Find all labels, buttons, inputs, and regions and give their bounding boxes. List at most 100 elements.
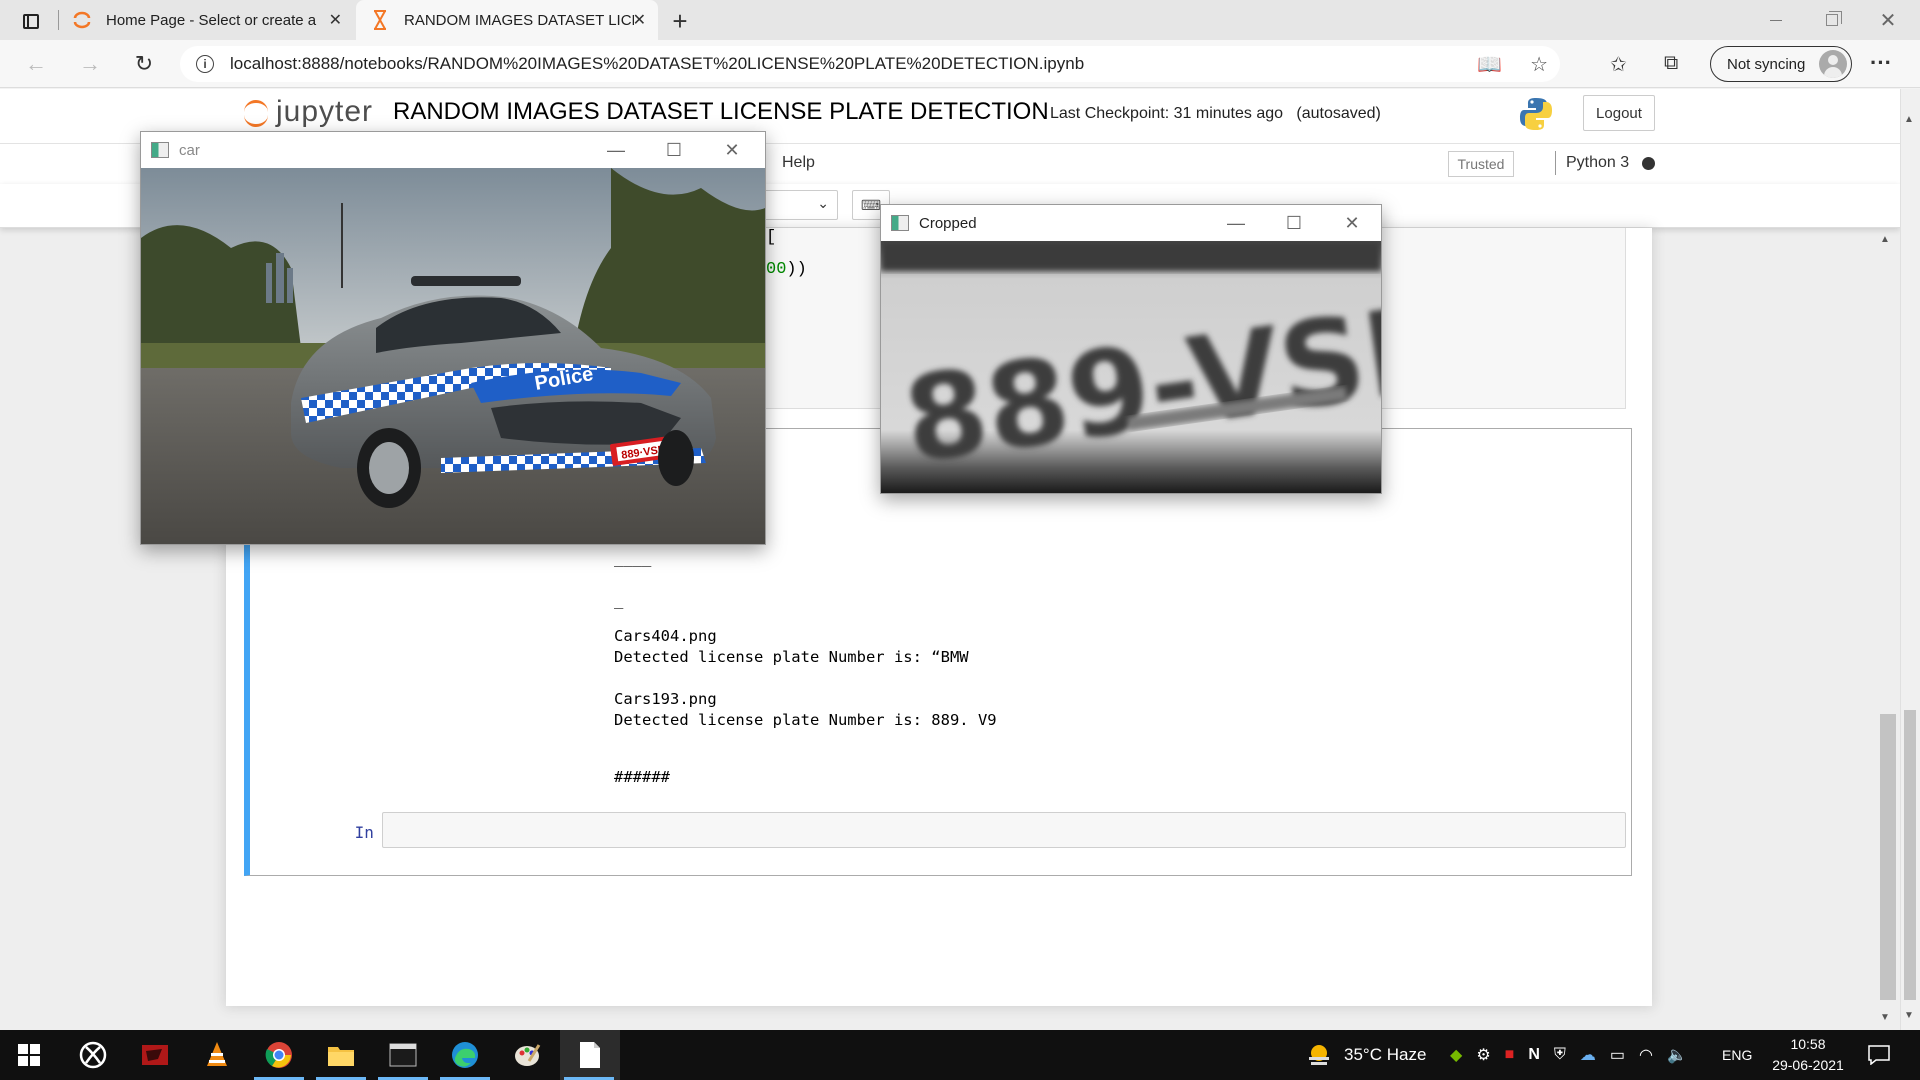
close-tab-icon[interactable]: ✕ xyxy=(633,10,646,30)
scroll-up-icon[interactable]: ▲ xyxy=(1904,114,1916,125)
logout-button[interactable]: Logout xyxy=(1583,95,1655,131)
close-icon[interactable]: ✕ xyxy=(703,132,761,168)
opencv-window-icon xyxy=(151,142,169,158)
xbox-app[interactable] xyxy=(64,1030,122,1080)
code-fragment-number: 00 xyxy=(766,260,787,279)
edge-icon xyxy=(452,1042,478,1068)
terminal-icon xyxy=(389,1043,417,1067)
inner-scroll-up-icon[interactable]: ▲ xyxy=(1880,234,1890,245)
kernel-separator xyxy=(1555,151,1556,175)
paint-app[interactable] xyxy=(498,1030,556,1080)
trusted-badge[interactable]: Trusted xyxy=(1448,151,1514,177)
cropped-plate-window[interactable]: Cropped — ☐ ✕ 889-VSM xyxy=(880,204,1490,494)
kernel-name: Python 3 xyxy=(1566,154,1630,171)
profile-sync-button[interactable]: Not syncing xyxy=(1710,46,1852,82)
collections-icon[interactable]: ⧉ xyxy=(1664,52,1678,75)
scroll-down-icon[interactable]: ▼ xyxy=(1904,1010,1916,1021)
tab-home-page[interactable]: Home Page - Select or create a notebook … xyxy=(62,0,354,40)
output-line: Cars193.png xyxy=(614,690,717,708)
chevron-down-icon: ⌄ xyxy=(817,195,829,211)
empty-code-cell-input[interactable] xyxy=(382,812,1626,848)
code-fragment-text: [ xyxy=(766,228,777,247)
volume-icon[interactable]: 🔈 xyxy=(1667,1045,1687,1065)
jupyter-logo[interactable]: jupyter xyxy=(242,95,373,129)
clock[interactable]: 10:58 29-06-2021 xyxy=(1748,1034,1868,1076)
jupyter-logo-icon xyxy=(242,98,270,127)
security-shield-icon[interactable]: ⛨ xyxy=(1554,1046,1566,1064)
python-logo-icon xyxy=(1520,98,1552,130)
vlc-app[interactable] xyxy=(188,1030,246,1080)
weather-widget[interactable]: 35°C Haze xyxy=(1306,1030,1426,1080)
close-tab-icon[interactable]: ✕ xyxy=(329,10,342,30)
immersive-reader-icon[interactable]: 📖 xyxy=(1477,52,1502,77)
window-titlebar[interactable]: Cropped — ☐ ✕ xyxy=(881,205,1381,241)
scroll-track[interactable]: ▲ ▼ xyxy=(1904,114,1916,1021)
nvidia-icon[interactable]: ◆ xyxy=(1450,1045,1462,1065)
hourglass-icon xyxy=(370,10,390,30)
notifications-button[interactable] xyxy=(1868,1030,1890,1080)
maximize-icon[interactable]: ☐ xyxy=(645,132,703,168)
notebook-title[interactable]: RANDOM IMAGES DATASET LICENSE PLATE DETE… xyxy=(393,98,1049,126)
tab-notebook[interactable]: RANDOM IMAGES DATASET LICENSE PLATE DETE… xyxy=(356,0,658,40)
inner-scroll-thumb[interactable] xyxy=(1880,714,1896,1000)
wifi-icon[interactable]: ◠ xyxy=(1639,1045,1653,1065)
restore-window-button[interactable] xyxy=(1804,0,1860,40)
cropped-plate-image: 889-VSM xyxy=(881,241,1490,493)
tab-title: RANDOM IMAGES DATASET LICENSE PLATE DETE… xyxy=(404,11,634,29)
game-app[interactable] xyxy=(126,1030,184,1080)
markdown-cell-text[interactable]: ###### xyxy=(614,768,670,786)
reload-button[interactable]: ↻ xyxy=(126,48,162,80)
maximize-icon[interactable]: ☐ xyxy=(1265,205,1323,241)
steam-icon[interactable]: ⚙ xyxy=(1476,1045,1490,1065)
add-favorite-icon[interactable]: ☆ xyxy=(1530,52,1548,77)
jupyter-logo-text: jupyter xyxy=(276,95,374,128)
windows-taskbar: 35°C Haze ◆ ⚙ ■ Ν ⛨ ☁ ▭ ◠ 🔈 ENG 10:58 29… xyxy=(0,1030,1920,1080)
document-icon xyxy=(580,1042,600,1068)
menu-help[interactable]: Help xyxy=(782,154,815,172)
red-app-icon[interactable]: ■ xyxy=(1505,1046,1515,1064)
game-icon xyxy=(142,1045,168,1065)
tab-actions-icon[interactable] xyxy=(14,8,48,34)
terminal-app[interactable] xyxy=(374,1030,432,1080)
site-info-icon[interactable]: i xyxy=(196,55,214,73)
autosaved-text: (autosaved) xyxy=(1296,105,1381,122)
close-window-button[interactable]: ✕ xyxy=(1860,0,1916,40)
output-line: Cars404.png xyxy=(614,627,717,645)
window-title: car xyxy=(179,141,200,159)
windows-logo-icon xyxy=(18,1044,40,1066)
folder-icon xyxy=(328,1047,354,1066)
tab-separator xyxy=(58,10,59,30)
clock-date: 29-06-2021 xyxy=(1772,1057,1844,1073)
opencv-window-icon xyxy=(891,215,909,231)
avatar xyxy=(1819,50,1847,78)
close-icon[interactable]: ✕ xyxy=(1323,205,1381,241)
inner-scroll-down-icon[interactable]: ▼ xyxy=(1880,1012,1890,1023)
new-tab-button[interactable]: + xyxy=(665,6,695,37)
minimize-icon[interactable]: — xyxy=(1207,205,1265,241)
edge-app[interactable] xyxy=(436,1030,494,1080)
notification-icon xyxy=(1868,1045,1890,1065)
scroll-thumb[interactable] xyxy=(1904,710,1916,1000)
url-text[interactable]: localhost:8888/notebooks/RANDOM%20IMAGES… xyxy=(230,54,1084,74)
car-image-window[interactable]: car — ☐ ✕ Police 889·VSM xyxy=(140,131,766,545)
battery-icon[interactable]: ▭ xyxy=(1610,1045,1625,1065)
notepad-app[interactable] xyxy=(560,1030,620,1080)
n-app-icon[interactable]: Ν xyxy=(1528,1046,1540,1064)
start-button[interactable] xyxy=(0,1030,58,1080)
clock-time: 10:58 xyxy=(1790,1036,1826,1052)
output-line: ____ xyxy=(614,549,652,567)
back-button[interactable]: ← xyxy=(18,48,54,80)
code-fragment: 00)) xyxy=(766,260,807,279)
output-line: Detected license plate Number is: “BMW xyxy=(614,648,969,666)
onedrive-icon[interactable]: ☁ xyxy=(1580,1045,1596,1065)
cell-type-select[interactable]: ⌄ xyxy=(760,190,838,220)
settings-more-icon[interactable]: ··· xyxy=(1870,50,1892,76)
window-titlebar[interactable]: car — ☐ ✕ xyxy=(141,132,765,168)
forward-button[interactable]: → xyxy=(72,48,108,80)
minimize-icon[interactable]: — xyxy=(587,132,645,168)
address-bar[interactable]: i localhost:8888/notebooks/RANDOM%20IMAG… xyxy=(180,46,1560,82)
file-explorer-app[interactable] xyxy=(312,1030,370,1080)
minimize-window-button[interactable] xyxy=(1748,0,1804,40)
chrome-app[interactable] xyxy=(250,1030,308,1080)
favorites-icon[interactable]: ✩ xyxy=(1610,52,1627,77)
